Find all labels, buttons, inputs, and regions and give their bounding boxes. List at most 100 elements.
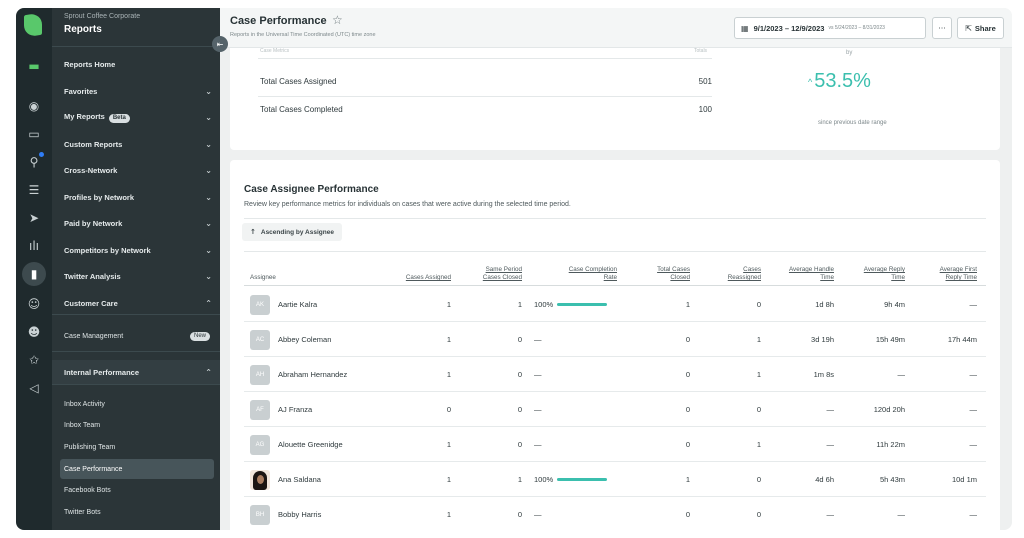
cell-closed: 0 — [517, 440, 522, 449]
sidebar-item-paid-by-network[interactable]: Paid by Network ⌄ — [64, 214, 212, 232]
cell-assigned: 1 — [446, 475, 451, 484]
sidebar-item-profiles-by-network[interactable]: Profiles by Network ⌄ — [64, 188, 212, 206]
sidebar-item-custom-reports[interactable]: Custom Reports ⌄ — [64, 135, 212, 153]
avatar: AK — [250, 294, 270, 315]
assignee-name[interactable]: Abbey Coleman — [278, 335, 331, 344]
sidebar-item-inbox-activity[interactable]: Inbox Activity — [64, 395, 212, 413]
column-header-label: Assignee — [250, 274, 276, 281]
column-header-completion-rate[interactable]: Case Completion Rate — [544, 266, 617, 282]
folder-icon[interactable]: ▬ — [22, 54, 46, 78]
percent-change-value: 53.5% — [814, 70, 871, 92]
sidebar-item-label: Internal Performance — [64, 367, 140, 377]
sidebar-item-cross-network[interactable]: Cross-Network ⌄ — [64, 161, 212, 179]
sidebar-item-label: Favorites — [64, 86, 98, 96]
sidebar-item-twitter-analysis[interactable]: Twitter Analysis ⌄ — [64, 267, 212, 285]
assignee-name[interactable]: Alouette Greenidge — [278, 440, 343, 449]
org-name: Sprout Coffee Corporate — [64, 13, 141, 20]
column-header-label: Rate — [603, 274, 617, 281]
assignee-name[interactable]: Bobby Harris — [278, 510, 321, 519]
assignee-name[interactable]: Abraham Hernandez — [278, 370, 347, 379]
audio-wave-icon[interactable]: ılı — [22, 234, 46, 258]
table-row[interactable]: AG Alouette Greenidge 1 0 0 1 — 11h 22m — — — [244, 427, 986, 462]
divider — [258, 58, 712, 59]
completion-rate-bar — [557, 303, 608, 306]
table-row[interactable]: AH Abraham Hernandez 1 0 0 1 1m 8s — — — — [244, 357, 986, 392]
sprout-logo-icon[interactable] — [24, 12, 42, 38]
more-options-button[interactable]: ··· — [932, 17, 952, 39]
column-header-assignee[interactable]: Assignee — [250, 274, 276, 282]
app-window: ▬ ◉ ▭ ⚲ ☰ ➤ ılı ▮ ☺ ☻ ✩ ◁ Sprout Coffee … — [16, 8, 1012, 530]
divider — [52, 384, 220, 385]
table-row[interactable]: BH Bobby Harris 1 0 0 0 — — — — — [244, 497, 986, 530]
avatar: AC — [250, 329, 270, 350]
by-label: by — [846, 50, 853, 56]
column-header-avg-handle-time[interactable]: Average Handle Time — [764, 266, 834, 282]
assignee-name[interactable]: AJ Franza — [278, 405, 312, 414]
table-row[interactable]: AC Abbey Coleman 1 0 0 1 3d 19h 15h 49m 17h 44m — — [244, 322, 986, 357]
cell-reassigned: 1 — [756, 440, 761, 449]
assignee-name[interactable]: Aartie Kalra — [278, 300, 317, 309]
sidebar-item-label: Case Performance — [64, 465, 123, 473]
sidebar-item-my-reports[interactable]: My Reports Beta ⌄ — [64, 108, 212, 126]
chevron-up-icon: ⌃ — [205, 298, 212, 308]
column-header-label: Average Handle — [788, 266, 834, 273]
cell-closed: 0 — [517, 335, 522, 344]
column-header-label: Average First — [939, 266, 977, 273]
sidebar-item-twitter-bots[interactable]: Twitter Bots — [64, 503, 212, 521]
sidebar-item-label: Case Management — [64, 332, 124, 340]
table-row[interactable]: Ana Saldana 1 1 1 0 4d 6h 5h 43m 10d 1m 100% — [244, 462, 986, 497]
cell-first-reply: — — [969, 510, 978, 519]
sidebar-item-customer-care[interactable]: Customer Care ⌃ — [64, 294, 212, 312]
column-header-cases-reassigned[interactable]: Cases Reassigned — [704, 266, 761, 282]
favorite-star-icon[interactable]: ☆ — [332, 13, 343, 27]
date-range-picker[interactable]: ▦ 9/1/2023 – 12/9/2023 vs 5/24/2023 – 8/… — [734, 17, 926, 39]
sidebar-item-inbox-team[interactable]: Inbox Team — [64, 416, 212, 434]
collapse-sidebar-icon[interactable]: ⇤ — [212, 36, 228, 52]
cell-assigned: 1 — [446, 440, 451, 449]
column-header-label: Time — [891, 274, 905, 281]
section-description: Review key performance metrics for indiv… — [244, 201, 571, 208]
share-button[interactable]: ⇱ Share — [957, 17, 1004, 39]
star-badge-icon[interactable]: ✩ — [22, 348, 46, 372]
table-row[interactable]: AK Aartie Kalra 1 1 1 0 1d 8h 9h 4m — 100% — [244, 287, 986, 322]
cell-completion-rate: — — [534, 357, 624, 392]
assignee-name[interactable]: Ana Saldana — [278, 475, 321, 484]
sidebar-item-case-management[interactable]: Case Management New — [64, 327, 212, 345]
cell-assigned: 0 — [446, 405, 451, 414]
sidebar-item-internal-performance[interactable]: Internal Performance ⌃ — [64, 363, 212, 381]
divider — [244, 251, 986, 252]
divider — [52, 314, 220, 315]
summary-row-label: Total Cases Completed — [260, 105, 343, 114]
column-header-avg-first-reply-time[interactable]: Average First Reply Time — [914, 266, 977, 282]
sidebar-item-case-performance[interactable]: Case Performance — [60, 459, 214, 479]
megaphone-icon[interactable]: ◁ — [22, 376, 46, 400]
cell-reply: — — [897, 510, 906, 519]
smile-icon[interactable]: ☻ — [22, 320, 46, 344]
divider — [52, 351, 220, 352]
column-header-total-cases-closed[interactable]: Total Cases Closed — [634, 266, 690, 282]
sidebar-item-publishing-team[interactable]: Publishing Team — [64, 438, 212, 456]
column-header-same-period-closed[interactable]: Same Period Cases Closed — [464, 266, 522, 282]
cell-assigned: 1 — [446, 300, 451, 309]
sidebar-item-facebook-bots[interactable]: Facebook Bots — [64, 481, 212, 499]
table-row[interactable]: AF AJ Franza 0 0 0 0 — 120d 20h — — — [244, 392, 986, 427]
column-header-avg-reply-time[interactable]: Average Reply Time — [844, 266, 905, 282]
inbox-icon[interactable]: ▭ — [22, 122, 46, 146]
column-header-label: Case Completion — [568, 266, 617, 273]
avatar: AF — [250, 399, 270, 420]
column-header-label: Same Period — [485, 266, 522, 273]
people-icon[interactable]: ☺ — [22, 292, 46, 316]
column-header-cases-assigned[interactable]: Cases Assigned — [384, 274, 451, 282]
sidebar-item-competitors-by-network[interactable]: Competitors by Network ⌄ — [64, 241, 212, 259]
sidebar-item-label: Inbox Team — [64, 421, 101, 429]
assignee-cell: AG Alouette Greenidge — [250, 427, 380, 462]
bar-chart-icon[interactable]: ▮ — [22, 262, 46, 286]
compass-icon[interactable]: ◉ — [22, 94, 46, 118]
pin-icon[interactable]: ⚲ — [22, 150, 46, 174]
send-icon[interactable]: ➤ — [22, 206, 46, 230]
avatar: AG — [250, 434, 270, 455]
sidebar-item-favorites[interactable]: Favorites ⌄ — [64, 82, 212, 100]
list-icon[interactable]: ☰ — [22, 178, 46, 202]
sidebar-item-reports-home[interactable]: Reports Home — [64, 55, 212, 73]
sort-button[interactable]: ↑ Ascending by Assignee — [242, 223, 342, 241]
